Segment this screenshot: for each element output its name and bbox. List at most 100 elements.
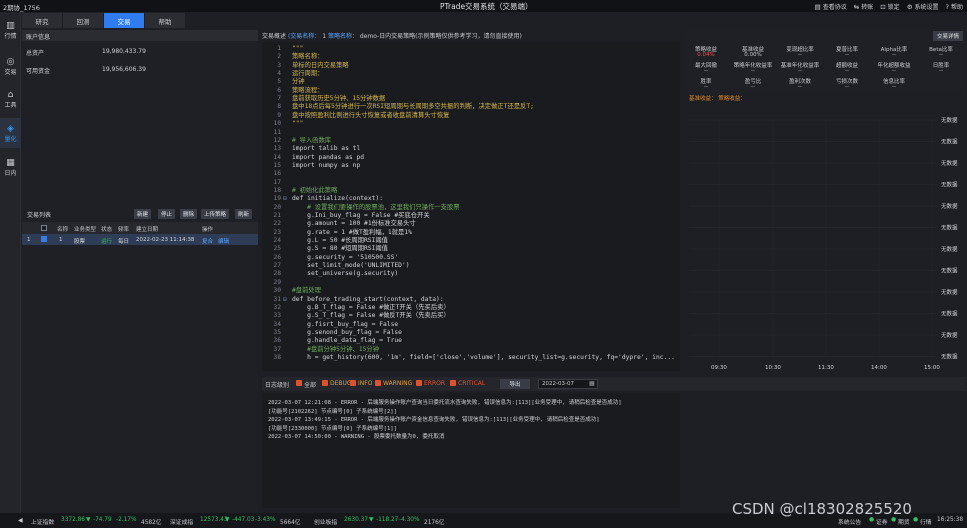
code-text: 运行周期： xyxy=(292,70,324,78)
code-line: 30 #盘前处理 xyxy=(262,287,680,295)
no-data-label: 无数据 xyxy=(941,310,958,318)
line-number: 6 xyxy=(277,86,281,94)
strategy-overview-header: 交易概述 (交易名称： 1 策略名称： demo-日内交易策略(示例策略仅供参考… xyxy=(262,31,680,42)
trade-name-value: 1 xyxy=(322,33,327,40)
line-number: 12 xyxy=(273,136,281,144)
index-name[interactable]: 上证指数 xyxy=(31,517,54,526)
refresh-button[interactable]: 刷新 xyxy=(235,209,253,219)
code-text: #盘前处理 xyxy=(292,287,321,295)
row-type: 股票 xyxy=(74,239,86,245)
calendar-icon[interactable]: ▦ xyxy=(589,380,595,387)
nav-item-0[interactable]: ▥ 行情 xyxy=(0,15,21,45)
row-frequency: 每日 xyxy=(118,239,130,245)
line-number: 3 xyxy=(277,61,281,69)
code-text: g.fisrt_buy_flag = False xyxy=(292,320,399,328)
no-data-label: 无数据 xyxy=(941,353,958,361)
menu-item-2[interactable]: ⊡ 锁定 xyxy=(880,2,899,12)
fold-toggle[interactable]: ⊟ xyxy=(283,195,287,203)
stop-button[interactable]: 停止 xyxy=(158,209,176,219)
code-line: 5 分钟 xyxy=(262,78,680,86)
stat-value: 0.00% xyxy=(744,52,762,58)
trade-list-title: 交易列表 xyxy=(27,212,52,219)
code-text: 策略名称： xyxy=(292,53,324,61)
index-name[interactable]: 深证成指 xyxy=(170,517,193,526)
index-change: -74.79 xyxy=(93,517,112,523)
stat-value: -- xyxy=(892,84,896,90)
index-arrow: ▼ xyxy=(86,517,91,523)
code-editor[interactable]: 1 """ 2 策略名称： 3 单标的日内交易策略 4 运行周期： 5 分钟 6 策略流程： 7 盘前获取… xyxy=(262,42,680,371)
nav-item-4[interactable]: ▦ 日内 xyxy=(0,152,21,182)
log-level-name: INFO xyxy=(358,380,373,387)
nav-item-1[interactable]: ◎ 交易 xyxy=(0,51,21,81)
index-value: 3372.86 xyxy=(61,517,85,523)
code-line: 35 g.senond_buy_flag = False xyxy=(262,329,680,337)
log-level-checkbox[interactable] xyxy=(296,380,302,386)
table-row[interactable]: 1 1 股票 运行 每日 2022-02-23 11:14:38 复合 编辑 xyxy=(22,234,258,245)
line-number: 35 xyxy=(273,328,281,336)
code-line: 4 运行周期： xyxy=(262,70,680,78)
tab-1[interactable]: 回测 xyxy=(63,13,103,28)
stat-value: -- xyxy=(751,84,755,90)
available-cash-value: 19,956,606.39 xyxy=(102,66,146,73)
line-number: 37 xyxy=(273,345,281,353)
export-button[interactable]: 导出 xyxy=(500,379,530,389)
code-line: 12 # 导入函数库 xyxy=(262,137,680,145)
menu-item-4[interactable]: ? 帮助 xyxy=(946,2,963,12)
index-percent: -4.30% xyxy=(399,517,420,523)
row-checkbox[interactable] xyxy=(41,236,47,242)
select-all-checkbox[interactable] xyxy=(41,225,47,231)
menu-item-3[interactable]: ⚙ 系统设置 xyxy=(907,2,939,12)
index-arrow: ▼ xyxy=(225,517,230,523)
line-number: 19 xyxy=(273,195,281,203)
menu-item-1[interactable]: ⇆ 转账 xyxy=(853,2,873,12)
fold-toggle[interactable]: ⊟ xyxy=(283,296,287,304)
col-status: 状态 xyxy=(101,227,113,233)
nav-item-3[interactable]: ◈ 量化 xyxy=(0,118,21,148)
account-panel: 账户信息 总资产 19,980,433.79 可用资金 19,956,606.3… xyxy=(22,30,258,206)
code-text: 单标的日内交易策略 xyxy=(292,61,349,69)
menu-item-0[interactable]: ▤ 查看协议 xyxy=(814,2,847,12)
log-level-checkbox[interactable] xyxy=(375,380,381,386)
refresh-icon: ⇆ xyxy=(853,2,860,11)
new-button[interactable]: 新建 xyxy=(134,209,152,219)
log-level-checkbox[interactable] xyxy=(450,380,456,386)
top-menu: ▤ 查看协议 ⇆ 转账 ⊡ 锁定 ⚙ 系统设置 ? 帮助 xyxy=(814,2,963,12)
log-level-checkbox[interactable] xyxy=(322,380,328,386)
log-level-checkbox[interactable] xyxy=(350,380,356,386)
line-number: 16 xyxy=(273,170,281,178)
log-level-checkbox[interactable] xyxy=(416,380,422,386)
code-text: g.Ini_buy_flag = False #买底仓开关 xyxy=(292,212,430,219)
trade-detail-button[interactable]: 交易详情 xyxy=(932,31,963,41)
row-op-edit[interactable]: 编辑 xyxy=(218,237,229,245)
code-text: g.security = '510500.SS' xyxy=(292,253,399,261)
index-change: -118.27 xyxy=(376,517,399,523)
tab-3[interactable]: 帮助 xyxy=(145,13,185,28)
code-text: g.amount = 100 #1份标准交易头寸 xyxy=(292,220,416,228)
lock-icon: ⊡ xyxy=(880,2,886,11)
no-data-label: 无数据 xyxy=(941,331,958,339)
index-percent: -2.17% xyxy=(116,517,137,523)
log-line: 2022-03-07 13:49:15 - ERROR - 后端服务操作账户资金… xyxy=(268,417,600,423)
code-line: 14 import pandas as pd xyxy=(262,154,680,162)
x-tick-label: 15:00 xyxy=(924,365,940,371)
tab-2[interactable]: 交易 xyxy=(104,13,144,28)
code-text: #盘前分钟5分钟、15分钟 xyxy=(292,345,380,353)
document-icon: ▤ xyxy=(814,2,821,11)
tools-icon: ⌂ xyxy=(7,89,14,100)
delete-button[interactable]: 删除 xyxy=(180,209,198,219)
log-line: 2022-03-07 12:21:08 - ERROR - 后端服务操作账户查询… xyxy=(268,400,622,406)
x-tick-label: 11:30 xyxy=(818,365,834,371)
code-line: 16 xyxy=(262,170,680,178)
announcement-link[interactable]: 系统公告 xyxy=(838,517,861,526)
line-number: 2 xyxy=(277,53,281,61)
nav-item-2[interactable]: ⌂ 工具 xyxy=(0,84,21,114)
log-level-bar: 日志级别 导出 2022-03-07 ▦ 全部 DEBUG INFO WARNING E… xyxy=(262,377,966,391)
upload-strategy-button[interactable]: 上传策略 xyxy=(201,209,230,219)
row-op-restart[interactable]: 复合 xyxy=(202,237,213,245)
code-line: 24 g.L = 50 #长周期RSI阈值 xyxy=(262,237,680,245)
available-cash-row: 可用资金 19,956,606.39 xyxy=(22,66,258,77)
line-number: 24 xyxy=(273,237,281,245)
tab-0[interactable]: 研究 xyxy=(22,13,62,28)
index-name[interactable]: 创业板指 xyxy=(314,517,337,526)
overview-label: 交易概述 xyxy=(262,33,287,40)
